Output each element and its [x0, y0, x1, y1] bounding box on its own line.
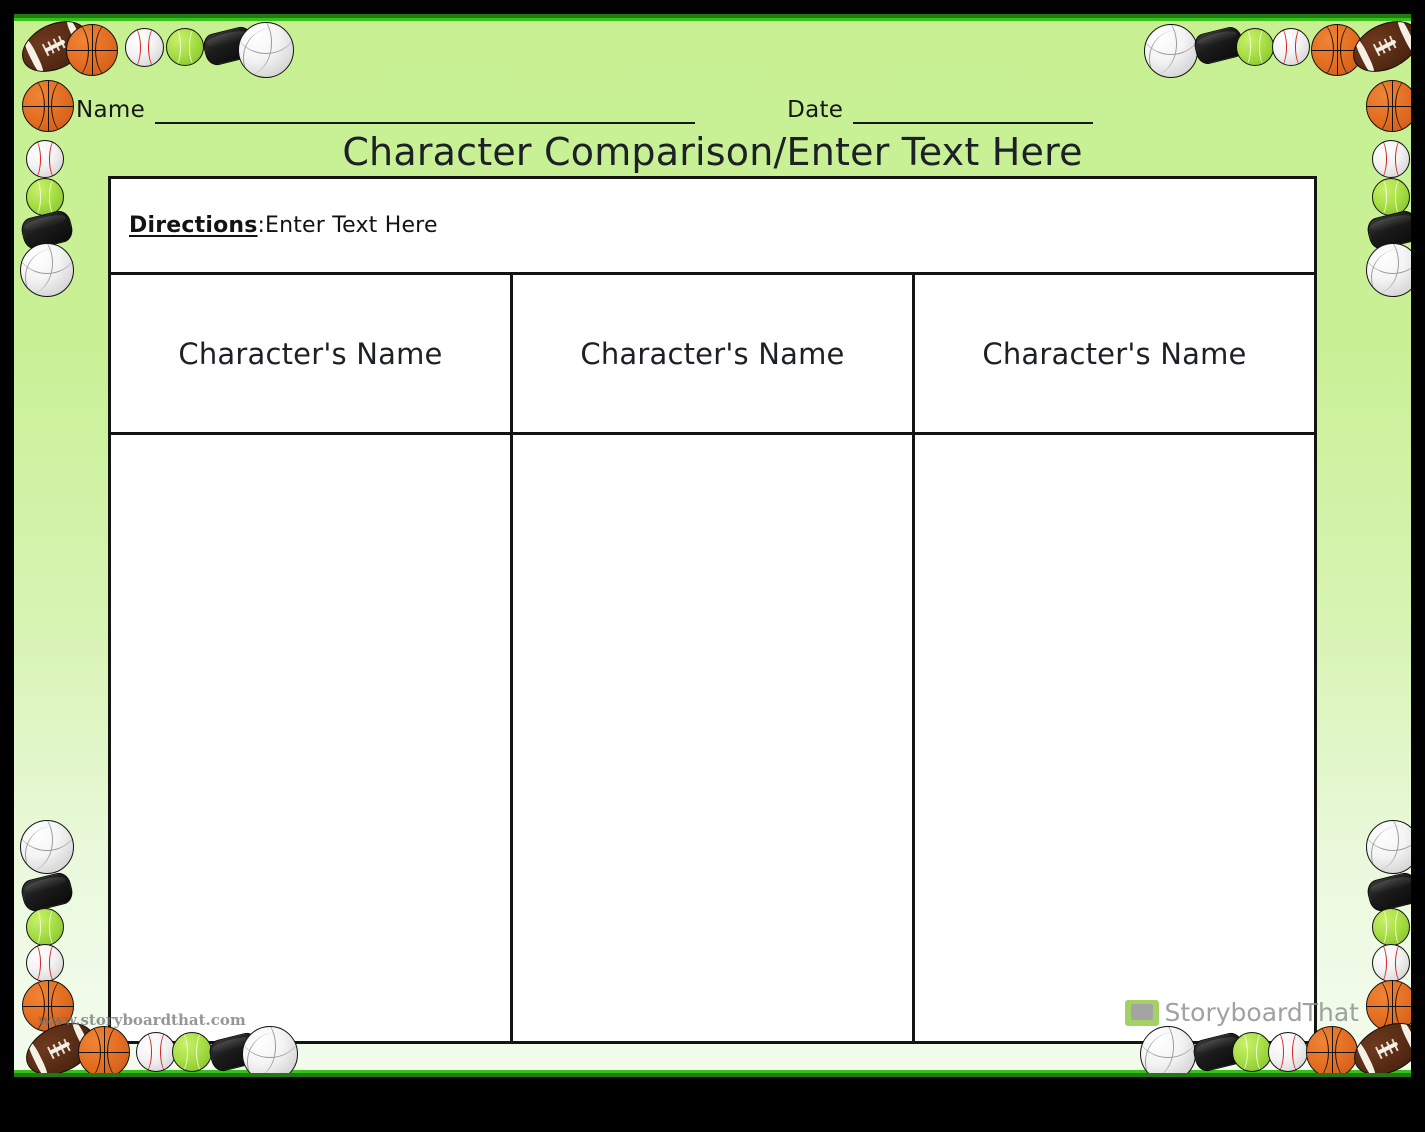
- tennis-ball-icon: [1232, 1032, 1272, 1072]
- name-input[interactable]: [155, 98, 696, 124]
- volleyball-icon: [238, 22, 294, 78]
- url-watermark: www.storyboardthat.com: [38, 1011, 246, 1029]
- directions-label: Directions: [129, 213, 258, 238]
- baseball-icon: [136, 1032, 176, 1072]
- table-body-row: [111, 435, 1314, 1041]
- table-header-row: Character's Name Character's Name Charac…: [111, 275, 1314, 435]
- brand-watermark: StoryboardThat: [1124, 998, 1359, 1027]
- volleyball-icon: [20, 820, 74, 874]
- column-header-3[interactable]: Character's Name: [912, 275, 1314, 432]
- directions-text[interactable]: Enter Text Here: [265, 213, 438, 238]
- baseball-icon: [26, 944, 64, 982]
- baseball-icon: [1272, 28, 1310, 66]
- tennis-ball-icon: [1236, 28, 1274, 66]
- tennis-ball-icon: [26, 908, 64, 946]
- worksheet-page: Name Date Character Comparison/Enter Tex…: [0, 0, 1425, 1132]
- brand-name: StoryboardThat: [1164, 998, 1359, 1027]
- volleyball-icon: [1366, 243, 1411, 297]
- column-header-2[interactable]: Character's Name: [510, 275, 912, 432]
- volleyball-icon: [242, 1026, 298, 1073]
- baseball-icon: [1268, 1032, 1308, 1072]
- volleyball-icon: [20, 243, 74, 297]
- volleyball-icon: [1366, 820, 1411, 874]
- answer-cell-1[interactable]: [111, 435, 510, 1041]
- basketball-icon: [22, 80, 74, 132]
- worksheet-sheet: Name Date Character Comparison/Enter Tex…: [14, 14, 1411, 1077]
- comparison-table: Directions : Enter Text Here Character's…: [108, 176, 1317, 1044]
- answer-cell-3[interactable]: [912, 435, 1314, 1041]
- page-title: Character Comparison/Enter Text Here: [342, 130, 1083, 174]
- tennis-ball-icon: [166, 28, 204, 66]
- basketball-icon: [66, 24, 118, 76]
- basketball-icon: [78, 1026, 130, 1073]
- hockey-puck-icon: [1364, 870, 1411, 914]
- hockey-puck-icon: [18, 870, 76, 914]
- basketball-icon: [1306, 1026, 1358, 1073]
- baseball-icon: [1372, 944, 1410, 982]
- answer-cell-2[interactable]: [510, 435, 912, 1041]
- volleyball-icon: [1140, 1026, 1196, 1073]
- basketball-icon: [1366, 80, 1411, 132]
- tennis-ball-icon: [1372, 908, 1410, 946]
- name-label: Name: [76, 97, 146, 123]
- directions-separator: :: [257, 213, 265, 238]
- directions-row: Directions : Enter Text Here: [111, 179, 1314, 275]
- volleyball-icon: [1144, 24, 1198, 78]
- baseball-icon: [125, 28, 164, 67]
- column-header-1[interactable]: Character's Name: [111, 275, 510, 432]
- date-label: Date: [787, 97, 844, 123]
- name-date-row: Name Date: [76, 90, 1106, 124]
- date-input[interactable]: [853, 98, 1094, 124]
- tennis-ball-icon: [172, 1032, 212, 1072]
- date-group: Date: [787, 97, 1094, 124]
- storyboard-logo-icon: [1124, 999, 1159, 1026]
